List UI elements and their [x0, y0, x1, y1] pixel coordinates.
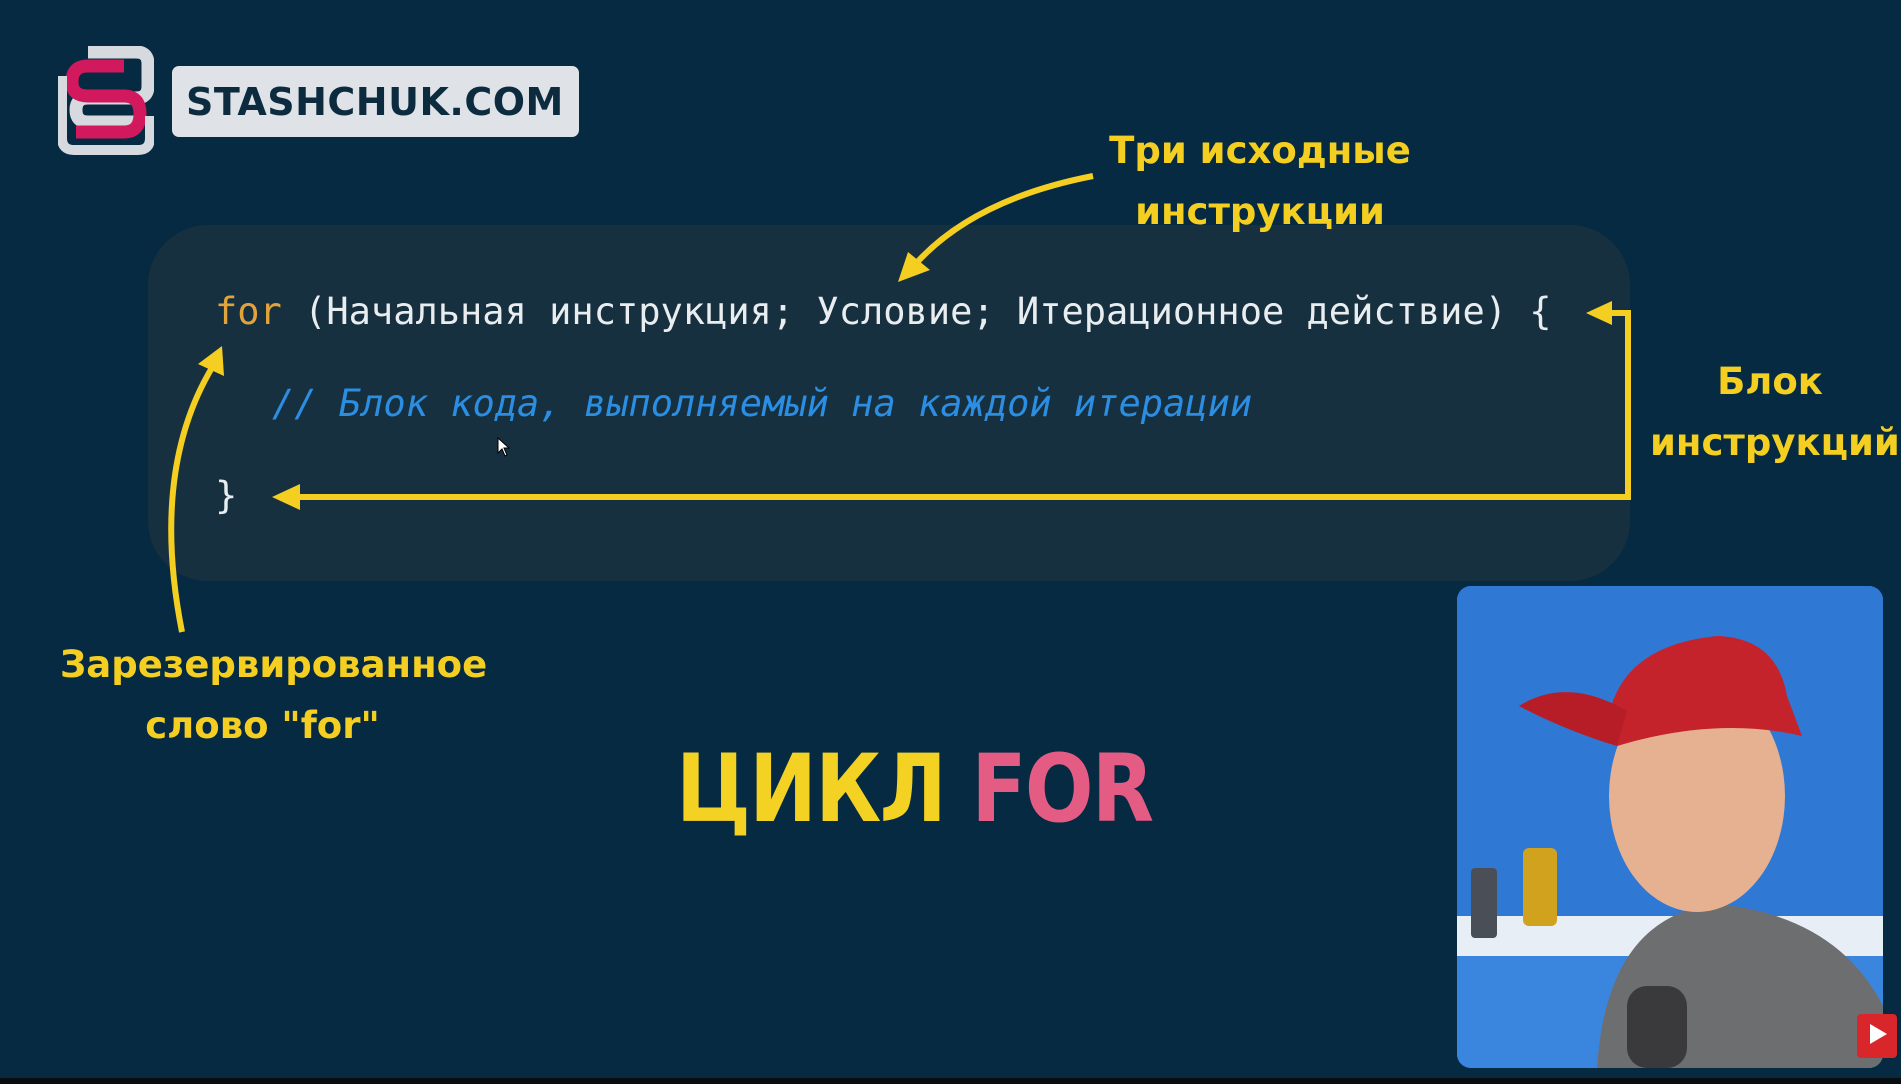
- webcam-overlay: [1457, 586, 1883, 1068]
- bottom-strip: [0, 1078, 1901, 1084]
- three-instructions-label: Три исходные инструкции: [1109, 129, 1411, 233]
- reserved-word-label: Зарезервированное слово "for": [60, 643, 488, 747]
- stashchuk-s-logo-icon: [58, 46, 154, 155]
- code-header-line: for (Начальная инструкция; Условие; Итер…: [215, 290, 1552, 333]
- site-badge[interactable]: STASHCHUK.COM: [172, 66, 579, 137]
- presenter-video: [1457, 586, 1883, 1068]
- code-header-rest: (Начальная инструкция; Условие; Итерацио…: [281, 290, 1552, 333]
- code-comment: // Блок кода, выполняемый на каждой итер…: [272, 382, 1253, 425]
- slide-title: ЦИКЛ FOR: [676, 735, 1154, 844]
- block-label: Блок инструкций: [1650, 360, 1900, 464]
- site-name: STASHCHUK.COM: [186, 79, 564, 124]
- play-triangle-icon: [1870, 1024, 1887, 1044]
- for-keyword: for: [215, 290, 282, 333]
- closing-brace: }: [215, 474, 238, 517]
- youtube-play-icon[interactable]: [1857, 1014, 1897, 1058]
- mouse-pointer-icon: [497, 437, 511, 457]
